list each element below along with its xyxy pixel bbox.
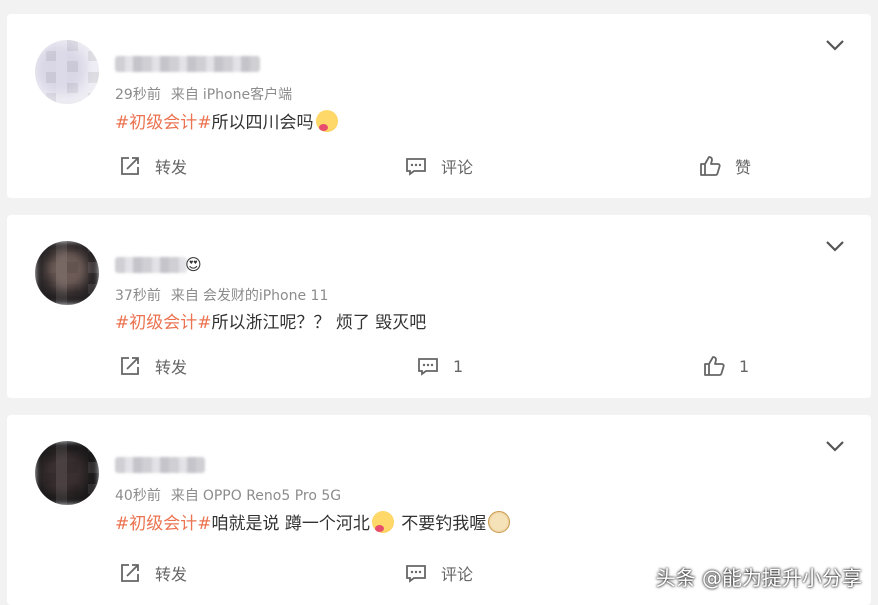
post-text: 咱就是说 蹲一个河北: [211, 514, 370, 534]
username-blurred[interactable]: [115, 56, 260, 72]
comment-icon: [418, 358, 438, 376]
blush-emoji-icon: [371, 511, 394, 533]
post-meta: 40秒前 来自 OPPO Reno5 Pro 5G: [115, 485, 341, 505]
avatar[interactable]: [35, 441, 99, 505]
repost-icon: [121, 157, 139, 175]
post-time[interactable]: 29秒前: [115, 87, 161, 103]
repost-button[interactable]: 转发: [119, 354, 187, 378]
post-card: 😍 37秒前 来自 会发财的iPhone 11 #初级会计#所以浙江呢？？ 烦了 毁…: [7, 215, 871, 398]
post-source: 会发财的iPhone 11: [202, 288, 329, 304]
avatar[interactable]: [35, 40, 99, 104]
like-icon: [700, 156, 721, 176]
hashtag-link[interactable]: #初级会计#: [115, 514, 212, 534]
like-button[interactable]: 赞: [699, 154, 751, 178]
post-source: OPPO Reno5 Pro 5G: [202, 488, 342, 504]
post-content: #初级会计#所以浙江呢？？ 烦了 毁灭吧: [115, 311, 426, 335]
doge-emoji-icon: [488, 511, 511, 533]
comment-button[interactable]: 评论: [405, 561, 473, 585]
chevron-down-icon[interactable]: [825, 439, 845, 453]
post-text-after: 不要钓我喔: [395, 514, 487, 534]
comment-icon: [406, 158, 426, 176]
post-time[interactable]: 37秒前: [115, 288, 161, 304]
comment-feed: 29秒前 来自 iPhone客户端 #初级会计#所以四川会吗 转发 评论 赞 😍…: [0, 0, 878, 605]
repost-label: 转发: [155, 565, 188, 584]
chevron-down-icon[interactable]: [825, 38, 845, 52]
love-eyes-badge-icon: 😍: [185, 255, 202, 274]
repost-label: 转发: [155, 358, 188, 377]
post-source: iPhone客户端: [202, 87, 293, 103]
chevron-down-icon[interactable]: [825, 239, 845, 253]
comment-label: 评论: [441, 158, 474, 177]
post-text: 所以浙江呢？？ 烦了 毁灭吧: [211, 313, 427, 333]
post-meta: 37秒前 来自 会发财的iPhone 11: [115, 285, 328, 305]
avatar[interactable]: [35, 241, 99, 305]
repost-icon: [121, 564, 139, 582]
post-content: #初级会计#所以四川会吗: [115, 110, 340, 135]
hashtag-link[interactable]: #初级会计#: [115, 113, 212, 133]
action-bar: 转发 评论 赞: [7, 144, 871, 198]
repost-label: 转发: [155, 158, 188, 177]
post-time[interactable]: 40秒前: [115, 488, 161, 504]
like-icon: [704, 356, 725, 376]
comment-button[interactable]: 评论: [405, 154, 473, 178]
comment-count: 1: [453, 356, 464, 376]
like-count: 1: [739, 356, 750, 376]
comment-icon: [406, 565, 426, 583]
like-button[interactable]: 1: [703, 354, 749, 378]
hashtag-link[interactable]: #初级会计#: [115, 313, 212, 333]
source-label: 来自: [170, 87, 199, 103]
username-blurred[interactable]: [115, 457, 205, 473]
post-content: #初级会计#咱就是说 蹲一个河北 不要钓我喔: [115, 511, 512, 536]
comment-button[interactable]: 1: [417, 354, 463, 378]
username-blurred[interactable]: [115, 257, 187, 273]
blush-emoji-icon: [315, 110, 338, 132]
post-text: 所以四川会吗: [211, 113, 314, 133]
post-card: 29秒前 来自 iPhone客户端 #初级会计#所以四川会吗 转发 评论 赞: [7, 14, 871, 198]
comment-label: 评论: [441, 565, 474, 584]
repost-icon: [121, 357, 139, 375]
repost-button[interactable]: 转发: [119, 561, 187, 585]
source-label: 来自: [170, 488, 199, 504]
action-bar: 转发 1 1: [7, 344, 871, 398]
repost-button[interactable]: 转发: [119, 154, 187, 178]
like-label: 赞: [735, 158, 752, 177]
post-meta: 29秒前 来自 iPhone客户端: [115, 84, 292, 104]
watermark: 头条 @能为提升小分享: [655, 566, 862, 590]
source-label: 来自: [170, 288, 199, 304]
